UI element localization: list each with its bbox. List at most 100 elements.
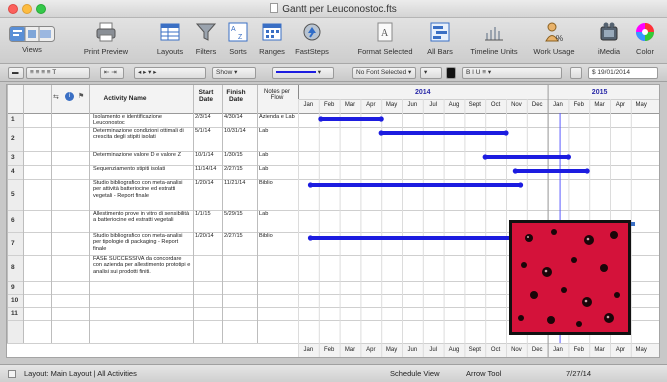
gantt-bar[interactable] (310, 183, 521, 187)
header-notes[interactable]: Notes per Flow (257, 89, 297, 101)
activity-name-cell[interactable] (93, 308, 191, 320)
start-date-cell[interactable]: 10/1/14 (195, 152, 221, 165)
header-activity-name[interactable]: Activity Name (91, 95, 159, 102)
info-icon[interactable]: i (65, 92, 74, 101)
finish-date-cell[interactable]: 10/31/14 (224, 128, 256, 151)
text-color-well[interactable] (446, 67, 456, 79)
notes-cell[interactable] (259, 282, 297, 294)
activity-name-cell[interactable]: Sequenziamento stipiti isolati (93, 166, 191, 179)
activity-name-cell[interactable]: Determinazione valore D e valore Z (93, 152, 191, 165)
activity-name-cell[interactable]: Allestimento prove in vitro di sensibili… (93, 211, 191, 232)
timeline-units-button[interactable]: Timeline Units (462, 21, 526, 56)
finish-date-cell[interactable] (224, 282, 256, 294)
header-start-date[interactable]: Start Date (193, 89, 219, 103)
flag-icon[interactable]: ⚑ (78, 92, 84, 100)
row-number[interactable]: 3 (11, 154, 15, 161)
row-number[interactable]: 8 (11, 264, 15, 271)
finish-date-cell[interactable]: 2/27/15 (224, 233, 256, 255)
row-number[interactable]: 6 (11, 217, 15, 224)
start-date-cell[interactable]: 2/3/14 (195, 114, 221, 127)
format-selected-button[interactable]: A Format Selected (350, 21, 420, 56)
notes-cell[interactable]: Azienda e Lab (259, 114, 297, 127)
gantt-bar-end[interactable] (318, 116, 324, 122)
finish-date-cell[interactable] (224, 308, 256, 320)
resize-handle[interactable] (631, 222, 635, 226)
activity-name-cell[interactable]: Studio bibliografico con meta-analisi pe… (93, 180, 191, 210)
notes-cell[interactable] (259, 256, 297, 281)
all-bars-button[interactable]: All Bars (422, 21, 458, 56)
notes-cell[interactable]: Biblio (259, 180, 297, 210)
finish-date-cell[interactable]: 2/27/15 (224, 166, 256, 179)
arrow-tool-status[interactable]: Arrow Tool (466, 369, 501, 378)
navigation-segmented[interactable]: ◂ ▸ ▾ ▸ (134, 67, 206, 79)
row-number[interactable]: 11 (11, 310, 18, 317)
gantt-bar-end[interactable] (307, 235, 314, 241)
views-button[interactable]: Views (8, 21, 56, 54)
start-date-cell[interactable] (195, 295, 221, 307)
activity-name-cell[interactable]: FASE SUCCESSIVA da concordare con aziend… (93, 256, 191, 281)
imedia-button[interactable]: iMedia (592, 21, 626, 56)
row-number[interactable]: 4 (11, 168, 15, 175)
gantt-bar-end[interactable] (503, 130, 509, 136)
date-field[interactable]: $ 19/01/2014 (588, 67, 658, 79)
gantt-bar-end[interactable] (482, 154, 488, 160)
work-usage-button[interactable]: % Work Usage (528, 21, 580, 56)
notes-cell[interactable]: Lab (259, 128, 297, 151)
gantt-bar-end[interactable] (517, 182, 524, 188)
sorts-button[interactable]: A Z Sorts (225, 21, 251, 56)
finish-date-cell[interactable]: 1/30/15 (224, 152, 256, 165)
gantt-bar[interactable] (320, 117, 382, 121)
gantt-bar-end[interactable] (565, 154, 572, 160)
notes-cell[interactable]: Lab (259, 152, 297, 165)
format-extra-button[interactable] (570, 67, 582, 79)
gantt-bar-end[interactable] (512, 168, 518, 174)
style-segmented[interactable]: B I U ≡ ▾ (462, 67, 562, 79)
column-options-icon[interactable]: ⇆ (53, 93, 59, 101)
row-number[interactable]: 5 (11, 191, 15, 198)
filters-button[interactable]: Filters (191, 21, 221, 56)
activity-name-cell[interactable] (93, 282, 191, 294)
line-style-popup[interactable]: ▾ (272, 67, 334, 79)
notes-cell[interactable]: Lab (259, 211, 297, 232)
bar-style-button[interactable]: ▬ (8, 67, 24, 79)
activity-name-cell[interactable]: Studio bibliografico con meta-analisi pe… (93, 233, 191, 255)
gantt-bar[interactable] (381, 131, 506, 135)
row-number[interactable]: 10 (11, 297, 18, 304)
gantt-bar[interactable] (485, 155, 569, 159)
color-button[interactable]: Color (630, 21, 660, 56)
layout-toggle[interactable] (8, 370, 16, 378)
layouts-button[interactable]: Layouts (152, 21, 188, 56)
ranges-button[interactable]: Ranges (255, 21, 289, 56)
show-popup[interactable]: Show ▾ (212, 67, 256, 79)
start-date-cell[interactable]: 11/14/14 (195, 166, 221, 179)
header-finish-date[interactable]: Finish Date (222, 89, 250, 103)
notes-cell[interactable] (259, 295, 297, 307)
font-size-popup[interactable]: ▾ (420, 67, 442, 79)
start-date-cell[interactable]: 5/1/14 (195, 128, 221, 151)
notes-cell[interactable]: Lab (259, 166, 297, 179)
activity-name-cell[interactable]: Determinazione condizioni ottimali di cr… (93, 128, 191, 151)
notes-cell[interactable]: Biblio (259, 233, 297, 255)
activity-name-cell[interactable]: Isolamento e identificazione Leuconostoc (93, 114, 191, 127)
print-preview-button[interactable]: Print Preview (78, 21, 134, 56)
gantt-bar-end[interactable] (378, 116, 384, 122)
start-date-cell[interactable] (195, 308, 221, 320)
font-popup[interactable]: No Font Selected ▾ (352, 67, 416, 79)
gantt-bar[interactable] (515, 169, 588, 173)
row-number[interactable]: 7 (11, 240, 15, 247)
finish-date-cell[interactable] (224, 256, 256, 281)
faststeps-button[interactable]: FastSteps (290, 21, 334, 56)
finish-date-cell[interactable]: 11/21/14 (224, 180, 256, 210)
row-number[interactable]: 9 (11, 284, 15, 291)
finish-date-cell[interactable]: 5/29/15 (224, 211, 256, 232)
schedule-view-status[interactable]: Schedule View (390, 369, 439, 378)
finish-date-cell[interactable] (224, 295, 256, 307)
row-number[interactable]: 2 (11, 135, 15, 142)
gantt-bar-end[interactable] (584, 168, 590, 174)
start-date-cell[interactable]: 1/1/15 (195, 211, 221, 232)
row-number[interactable]: 1 (11, 116, 15, 123)
alignment-segmented[interactable]: ≡ ≡ ≡ ≡ T (26, 67, 90, 79)
start-date-cell[interactable]: 1/20/14 (195, 233, 221, 255)
activity-name-cell[interactable] (93, 295, 191, 307)
gantt-bar-end[interactable] (307, 182, 314, 188)
